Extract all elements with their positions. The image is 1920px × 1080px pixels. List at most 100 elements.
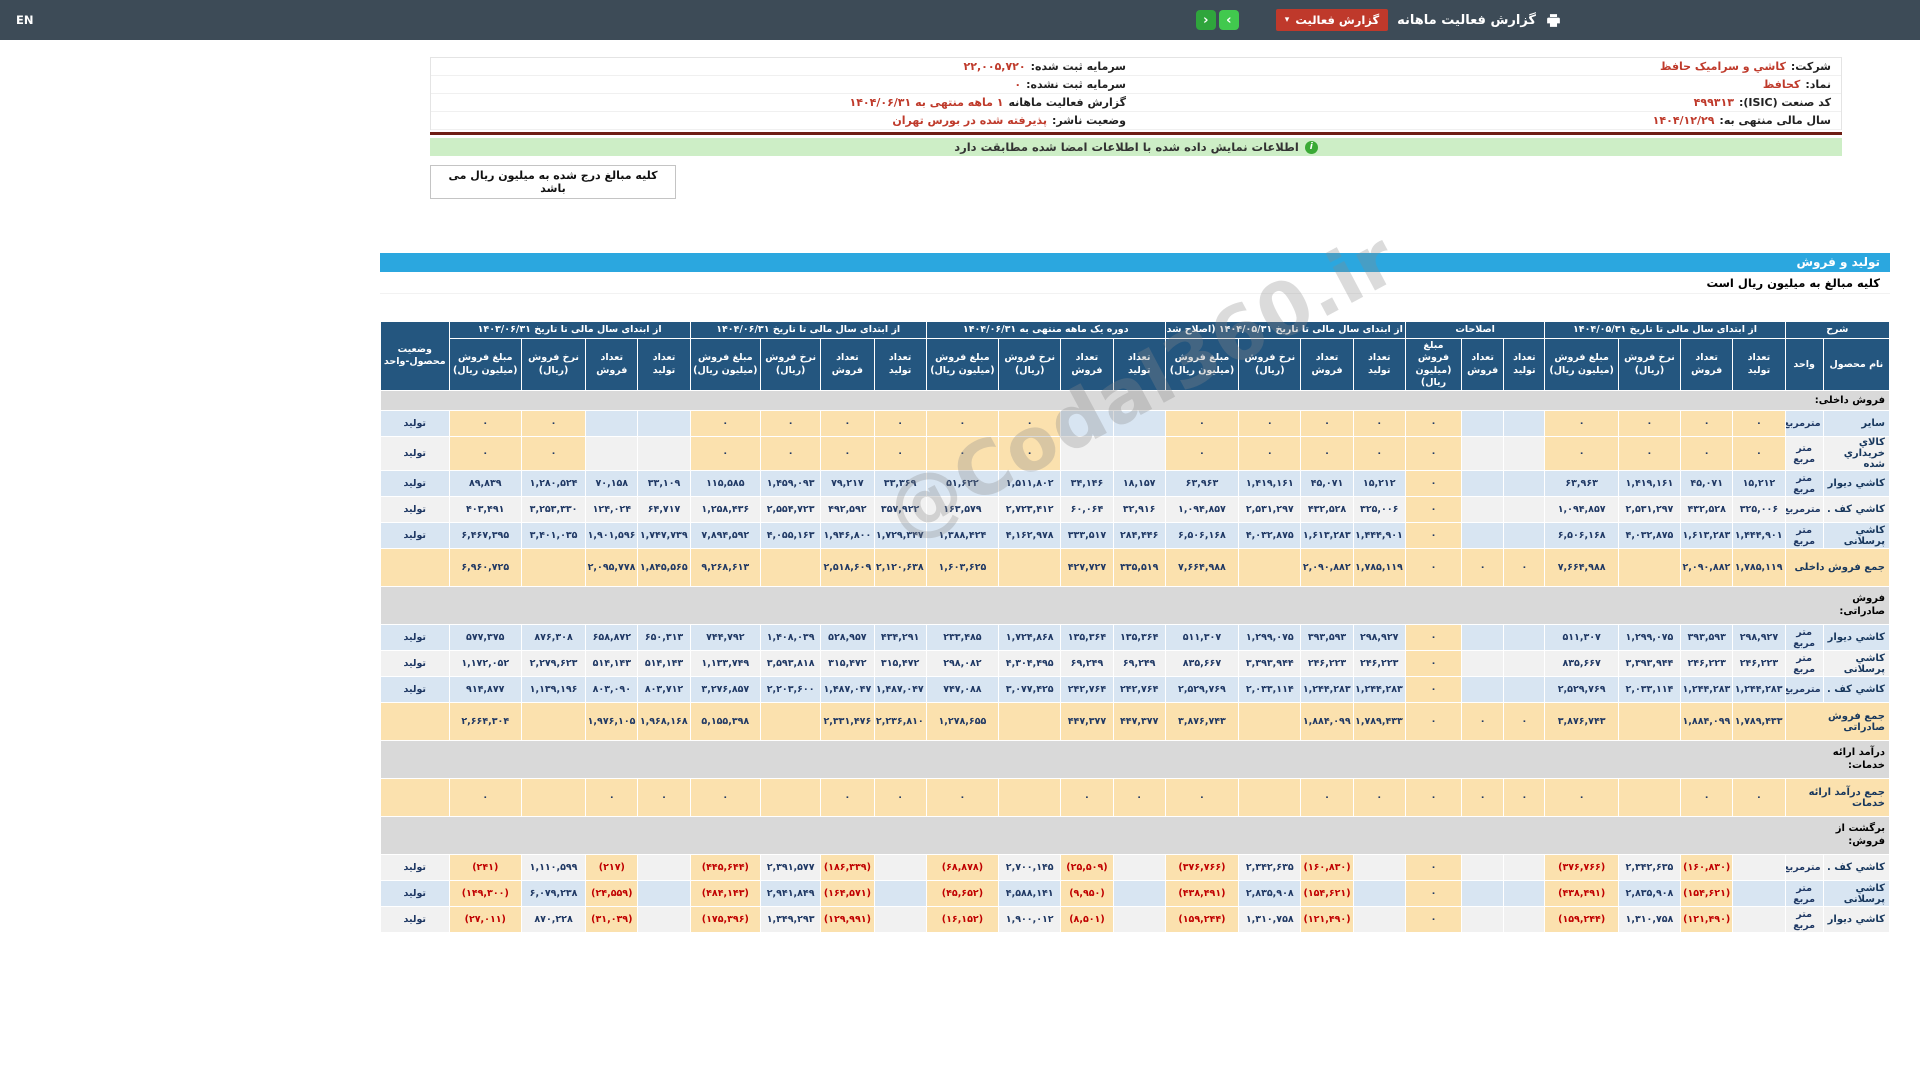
cell-value: ۲,۳۳۱,۴۷۶ [820,702,875,742]
cell-value: ۱,۴۱۹,۱۶۱ [1617,470,1682,498]
product-name: کاشي کف . [1822,676,1891,704]
cell-value [1352,880,1406,908]
printer-icon[interactable] [1545,12,1562,29]
product-name: کاشي دیوار [1822,906,1891,934]
cell-value: ۱,۲۴۴,۲۸۳ [1732,676,1786,704]
cell-value: ۳,۴۰۱,۰۳۵ [520,522,587,550]
info-value: ۱ ماهه منتهی به ۱۴۰۴/۰۶/۳۱ [849,96,1004,109]
cell-value: ۴,۵۸۸,۱۴۱ [998,880,1062,908]
page: گزارش فعالیت ماهانه گزارش فعالیت ▾ › ‹ E… [0,0,1920,1080]
cell-value: ۰ [1404,778,1463,818]
cell-value: ۱,۴۸۷,۰۴۷ [873,676,927,704]
cell-value: ۳,۰۷۷,۴۲۵ [998,676,1062,704]
topbar-actions: گزارش فعالیت ماهانه گزارش فعالیت ▾ › ‹ [1195,0,1562,40]
column-header: نرخ فروش (ریال) [520,337,587,392]
column-group: از ابتدای سال مالی تا تاریخ ۱۴۰۴/۰۶/۳۱ [689,321,927,339]
cell-value: ۳,۸۷۶,۷۴۳ [1164,702,1240,742]
info-value: پذیرفته شده در بورس تهران [892,114,1048,127]
cell-value: ۲,۰۹۵,۷۷۸ [585,548,639,588]
cell-value [520,548,587,588]
cell-value: ۱,۴۰۸,۰۳۹ [759,624,822,652]
cell-value: ۰ [448,410,522,438]
cell-value: ۰ [1404,650,1463,678]
total-row: جمع فروش داخلی ۱,۷۸۵,۱۱۹ ۲,۰۹۰,۸۸۲ ۷,۶۶۴,۹۸… [380,548,1891,588]
cell-value [1503,410,1546,438]
info-row-issuer-status: وضعیت ناشر: پذیرفته شده در بورس تهران [431,112,1136,130]
cell-value: ۰ [1461,548,1505,588]
cell-value: ۰ [448,778,522,818]
product-unit: مترمربع [1784,854,1824,882]
product-status: تولید [380,522,450,550]
cell-value: ۱,۳۱۰,۷۵۸ [1617,906,1682,934]
cell-value [585,410,639,438]
info-row-report-period: گزارش فعالیت ماهانه ۱ ماهه منتهی به ۱۴۰۴… [431,94,1136,112]
product-unit: متر مربع [1784,624,1824,652]
cell-value: ۰ [1352,436,1406,472]
cell-value: ۵۱۱,۳۰۷ [1544,624,1619,652]
cell-value: (۱۴۹,۳۰۰) [448,880,522,908]
cell-value: ۰ [1238,410,1302,438]
cell-value: ۰ [1404,906,1463,934]
product-row: کاشي پرسلانی متر مربع (۱۵۴,۶۲۱) ۲,۸۳۵,۹۰۸ (۴… [380,880,1891,908]
cell-value: ۲,۷۲۳,۴۱۲ [998,496,1062,524]
cell-value: (۱۵۹,۲۴۴) [1544,906,1619,934]
product-status: تولید [380,650,450,678]
report-navigation: › ‹ [1195,10,1239,30]
cell-value: ۱,۷۸۹,۴۳۳ [1732,702,1786,742]
cell-value: ۰ [873,778,927,818]
cell-value [520,778,587,818]
cell-value: ۰ [1404,470,1463,498]
next-report-button[interactable]: › [1218,10,1239,30]
cell-value: ۰ [1164,410,1240,438]
column-group: از ابتدای سال مالی تا تاریخ ۱۴۰۴/۰۵/۳۱ [1544,321,1786,339]
product-unit: متر مربع [1784,436,1824,472]
cell-value: ۶۳,۹۶۳ [1164,470,1240,498]
cell-value [1461,676,1505,704]
report-type-dropdown[interactable]: گزارش فعالیت ▾ [1275,9,1389,31]
product-status: تولید [380,470,450,498]
cell-value [1503,854,1546,882]
cell-value [1461,624,1505,652]
section-cell: فروش صادراتی: [380,586,1890,626]
maroon-divider [430,132,1842,135]
cell-value [1352,854,1406,882]
cell-value: ۲۹۸,۹۲۷ [1352,624,1406,652]
product-unit: مترمربع [1784,496,1824,524]
section-label: برگشت از فروش: [1835,823,1885,847]
cell-value [637,906,691,934]
total-row: جمع درآمد ارائه خدمات ۰ ۰ ۰ ۰ ۰ ۰ ۰ ۰ ۰ ۰ ۰ ۰ ۰ ۰ ۰ ۰ ۰ ۰ [380,778,1891,818]
cell-value: ۲,۵۳۱,۲۹۷ [1617,496,1682,524]
cell-value: ۲,۳۴۲,۶۳۵ [1617,854,1682,882]
cell-value: ۸۹,۸۳۹ [448,470,522,498]
cell-value [1617,778,1682,818]
language-toggle-en[interactable]: EN [16,13,33,27]
cell-value [1238,778,1302,818]
cell-value: ۶,۵۰۶,۱۶۸ [1164,522,1240,550]
cell-value: (۴۴۵,۶۴۴) [689,854,762,882]
cell-value [1503,624,1546,652]
cell-value: (۲۷,۰۱۱) [448,906,522,934]
prev-report-button[interactable]: ‹ [1195,10,1216,30]
product-status: تولید [380,624,450,652]
top-bar: گزارش فعالیت ماهانه گزارش فعالیت ▾ › ‹ E… [0,0,1920,40]
page-title: گزارش فعالیت ماهانه [1397,12,1536,28]
product-name: سایر [1822,410,1891,438]
info-value: ۴۹۹۳۱۳ [1693,96,1734,109]
cell-value: ۷۹,۲۱۷ [820,470,875,498]
table-body: فروش داخلی: سایر مترمربع ۰ ۰ ۰ ۰ ۰ ۰ ۰ ۰ ۰ ۰ ۰ ۰ ۰ ۰ ۰ ۰ ۰ ت… [380,390,1891,934]
column-header: تعداد تولید [1112,337,1166,392]
cell-value: ۱,۱۷۲,۰۵۲ [448,650,522,678]
section-title-bar: تولید و فروش [380,253,1890,272]
cell-value: ۲۹۸,۹۲۷ [1732,624,1786,652]
column-header: مبلغ فروش (میلیون ریال) [448,337,522,392]
cell-value: ۳۲۵,۰۰۶ [1352,496,1406,524]
cell-value: ۱,۹۰۰,۰۱۲ [998,906,1062,934]
cell-value [759,702,822,742]
cell-value: ۳۲,۹۱۶ [1112,496,1166,524]
cell-value: ۷,۶۶۴,۹۸۸ [1544,548,1619,588]
cell-value: ۸۳۵,۶۶۷ [1164,650,1240,678]
cell-value: ۴۳۴,۲۹۱ [873,624,927,652]
section-row: فروش صادراتی: [380,586,1890,626]
cell-value: ۴۹۲,۵۹۲ [820,496,875,524]
section-cell: درآمد ارائه خدمات: [380,740,1890,780]
